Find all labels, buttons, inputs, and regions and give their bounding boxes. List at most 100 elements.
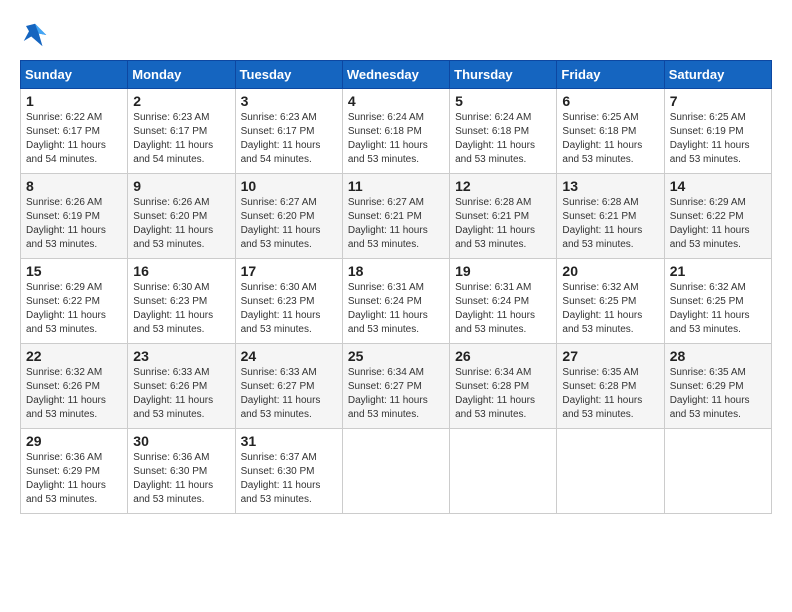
calendar-cell: 28 Sunrise: 6:35 AMSunset: 6:29 PMDaylig… — [664, 344, 771, 429]
weekday-header-wednesday: Wednesday — [342, 61, 449, 89]
day-number: 8 — [26, 178, 122, 194]
day-info: Sunrise: 6:28 AMSunset: 6:21 PMDaylight:… — [562, 197, 642, 250]
calendar-cell: 30 Sunrise: 6:36 AMSunset: 6:30 PMDaylig… — [128, 429, 235, 514]
day-info: Sunrise: 6:27 AMSunset: 6:20 PMDaylight:… — [241, 197, 321, 250]
day-number: 6 — [562, 93, 658, 109]
day-info: Sunrise: 6:32 AMSunset: 6:25 PMDaylight:… — [670, 282, 750, 335]
calendar-cell: 23 Sunrise: 6:33 AMSunset: 6:26 PMDaylig… — [128, 344, 235, 429]
day-number: 23 — [133, 348, 229, 364]
day-number: 27 — [562, 348, 658, 364]
calendar-cell: 3 Sunrise: 6:23 AMSunset: 6:17 PMDayligh… — [235, 89, 342, 174]
calendar-cell: 9 Sunrise: 6:26 AMSunset: 6:20 PMDayligh… — [128, 174, 235, 259]
calendar-cell: 2 Sunrise: 6:23 AMSunset: 6:17 PMDayligh… — [128, 89, 235, 174]
weekday-header-sunday: Sunday — [21, 61, 128, 89]
calendar-cell: 13 Sunrise: 6:28 AMSunset: 6:21 PMDaylig… — [557, 174, 664, 259]
day-number: 1 — [26, 93, 122, 109]
calendar-cell: 24 Sunrise: 6:33 AMSunset: 6:27 PMDaylig… — [235, 344, 342, 429]
day-number: 2 — [133, 93, 229, 109]
day-info: Sunrise: 6:25 AMSunset: 6:19 PMDaylight:… — [670, 112, 750, 165]
day-info: Sunrise: 6:23 AMSunset: 6:17 PMDaylight:… — [241, 112, 321, 165]
calendar-week-5: 29 Sunrise: 6:36 AMSunset: 6:29 PMDaylig… — [21, 429, 772, 514]
calendar-cell: 17 Sunrise: 6:30 AMSunset: 6:23 PMDaylig… — [235, 259, 342, 344]
calendar-week-2: 8 Sunrise: 6:26 AMSunset: 6:19 PMDayligh… — [21, 174, 772, 259]
day-info: Sunrise: 6:36 AMSunset: 6:30 PMDaylight:… — [133, 452, 213, 505]
day-info: Sunrise: 6:22 AMSunset: 6:17 PMDaylight:… — [26, 112, 106, 165]
day-info: Sunrise: 6:30 AMSunset: 6:23 PMDaylight:… — [241, 282, 321, 335]
day-info: Sunrise: 6:29 AMSunset: 6:22 PMDaylight:… — [26, 282, 106, 335]
day-number: 22 — [26, 348, 122, 364]
day-number: 28 — [670, 348, 766, 364]
day-number: 20 — [562, 263, 658, 279]
day-number: 10 — [241, 178, 337, 194]
calendar-week-3: 15 Sunrise: 6:29 AMSunset: 6:22 PMDaylig… — [21, 259, 772, 344]
day-number: 30 — [133, 433, 229, 449]
calendar-table: SundayMondayTuesdayWednesdayThursdayFrid… — [20, 60, 772, 514]
weekday-header-monday: Monday — [128, 61, 235, 89]
calendar-cell — [557, 429, 664, 514]
day-number: 24 — [241, 348, 337, 364]
calendar-cell: 26 Sunrise: 6:34 AMSunset: 6:28 PMDaylig… — [450, 344, 557, 429]
day-info: Sunrise: 6:23 AMSunset: 6:17 PMDaylight:… — [133, 112, 213, 165]
calendar-cell: 25 Sunrise: 6:34 AMSunset: 6:27 PMDaylig… — [342, 344, 449, 429]
day-info: Sunrise: 6:31 AMSunset: 6:24 PMDaylight:… — [348, 282, 428, 335]
calendar-cell: 18 Sunrise: 6:31 AMSunset: 6:24 PMDaylig… — [342, 259, 449, 344]
day-info: Sunrise: 6:25 AMSunset: 6:18 PMDaylight:… — [562, 112, 642, 165]
calendar-cell: 20 Sunrise: 6:32 AMSunset: 6:25 PMDaylig… — [557, 259, 664, 344]
calendar-week-4: 22 Sunrise: 6:32 AMSunset: 6:26 PMDaylig… — [21, 344, 772, 429]
day-number: 26 — [455, 348, 551, 364]
day-number: 15 — [26, 263, 122, 279]
day-info: Sunrise: 6:33 AMSunset: 6:27 PMDaylight:… — [241, 367, 321, 420]
day-number: 18 — [348, 263, 444, 279]
day-info: Sunrise: 6:26 AMSunset: 6:20 PMDaylight:… — [133, 197, 213, 250]
calendar-cell: 8 Sunrise: 6:26 AMSunset: 6:19 PMDayligh… — [21, 174, 128, 259]
day-info: Sunrise: 6:24 AMSunset: 6:18 PMDaylight:… — [348, 112, 428, 165]
weekday-header-friday: Friday — [557, 61, 664, 89]
calendar-cell: 14 Sunrise: 6:29 AMSunset: 6:22 PMDaylig… — [664, 174, 771, 259]
day-info: Sunrise: 6:37 AMSunset: 6:30 PMDaylight:… — [241, 452, 321, 505]
day-info: Sunrise: 6:36 AMSunset: 6:29 PMDaylight:… — [26, 452, 106, 505]
day-number: 11 — [348, 178, 444, 194]
calendar-cell: 31 Sunrise: 6:37 AMSunset: 6:30 PMDaylig… — [235, 429, 342, 514]
calendar-cell: 21 Sunrise: 6:32 AMSunset: 6:25 PMDaylig… — [664, 259, 771, 344]
calendar-cell: 15 Sunrise: 6:29 AMSunset: 6:22 PMDaylig… — [21, 259, 128, 344]
day-number: 5 — [455, 93, 551, 109]
day-info: Sunrise: 6:34 AMSunset: 6:27 PMDaylight:… — [348, 367, 428, 420]
day-info: Sunrise: 6:32 AMSunset: 6:26 PMDaylight:… — [26, 367, 106, 420]
day-info: Sunrise: 6:30 AMSunset: 6:23 PMDaylight:… — [133, 282, 213, 335]
calendar-cell: 1 Sunrise: 6:22 AMSunset: 6:17 PMDayligh… — [21, 89, 128, 174]
calendar-cell: 11 Sunrise: 6:27 AMSunset: 6:21 PMDaylig… — [342, 174, 449, 259]
day-info: Sunrise: 6:32 AMSunset: 6:25 PMDaylight:… — [562, 282, 642, 335]
calendar-cell: 27 Sunrise: 6:35 AMSunset: 6:28 PMDaylig… — [557, 344, 664, 429]
calendar-cell: 19 Sunrise: 6:31 AMSunset: 6:24 PMDaylig… — [450, 259, 557, 344]
day-number: 31 — [241, 433, 337, 449]
day-number: 17 — [241, 263, 337, 279]
day-info: Sunrise: 6:27 AMSunset: 6:21 PMDaylight:… — [348, 197, 428, 250]
calendar-cell — [450, 429, 557, 514]
day-info: Sunrise: 6:35 AMSunset: 6:28 PMDaylight:… — [562, 367, 642, 420]
calendar-cell — [664, 429, 771, 514]
day-number: 29 — [26, 433, 122, 449]
day-info: Sunrise: 6:26 AMSunset: 6:19 PMDaylight:… — [26, 197, 106, 250]
calendar-cell: 16 Sunrise: 6:30 AMSunset: 6:23 PMDaylig… — [128, 259, 235, 344]
day-number: 4 — [348, 93, 444, 109]
day-info: Sunrise: 6:31 AMSunset: 6:24 PMDaylight:… — [455, 282, 535, 335]
day-info: Sunrise: 6:28 AMSunset: 6:21 PMDaylight:… — [455, 197, 535, 250]
weekday-header-thursday: Thursday — [450, 61, 557, 89]
day-number: 21 — [670, 263, 766, 279]
day-number: 16 — [133, 263, 229, 279]
calendar-cell: 7 Sunrise: 6:25 AMSunset: 6:19 PMDayligh… — [664, 89, 771, 174]
page-header — [20, 20, 772, 50]
logo — [20, 20, 54, 50]
day-number: 19 — [455, 263, 551, 279]
calendar-cell: 6 Sunrise: 6:25 AMSunset: 6:18 PMDayligh… — [557, 89, 664, 174]
day-info: Sunrise: 6:29 AMSunset: 6:22 PMDaylight:… — [670, 197, 750, 250]
calendar-cell: 4 Sunrise: 6:24 AMSunset: 6:18 PMDayligh… — [342, 89, 449, 174]
day-number: 14 — [670, 178, 766, 194]
calendar-cell — [342, 429, 449, 514]
calendar-cell: 12 Sunrise: 6:28 AMSunset: 6:21 PMDaylig… — [450, 174, 557, 259]
calendar-header-row: SundayMondayTuesdayWednesdayThursdayFrid… — [21, 61, 772, 89]
day-number: 7 — [670, 93, 766, 109]
calendar-cell: 29 Sunrise: 6:36 AMSunset: 6:29 PMDaylig… — [21, 429, 128, 514]
day-number: 25 — [348, 348, 444, 364]
weekday-header-saturday: Saturday — [664, 61, 771, 89]
